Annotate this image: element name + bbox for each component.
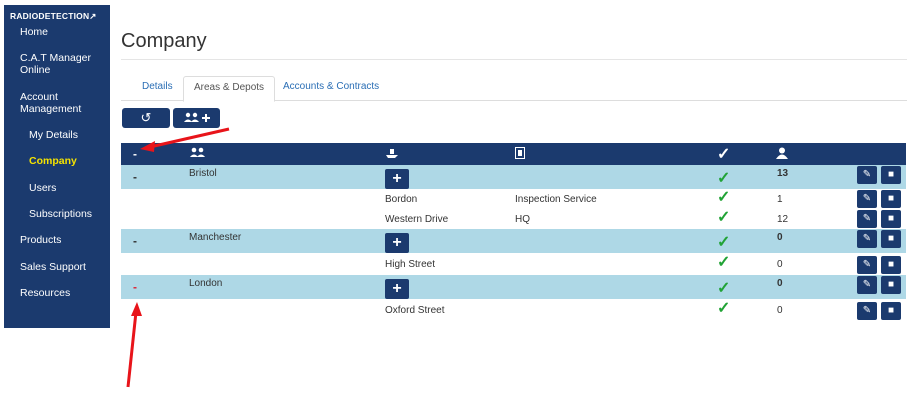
annotation-arrow-lower	[126, 311, 138, 388]
annotation-arrowhead-upper	[140, 141, 155, 152]
annotation-arrowhead-lower	[131, 302, 142, 316]
annotation-arrow-upper	[149, 127, 230, 149]
annotation-arrows	[126, 127, 230, 388]
